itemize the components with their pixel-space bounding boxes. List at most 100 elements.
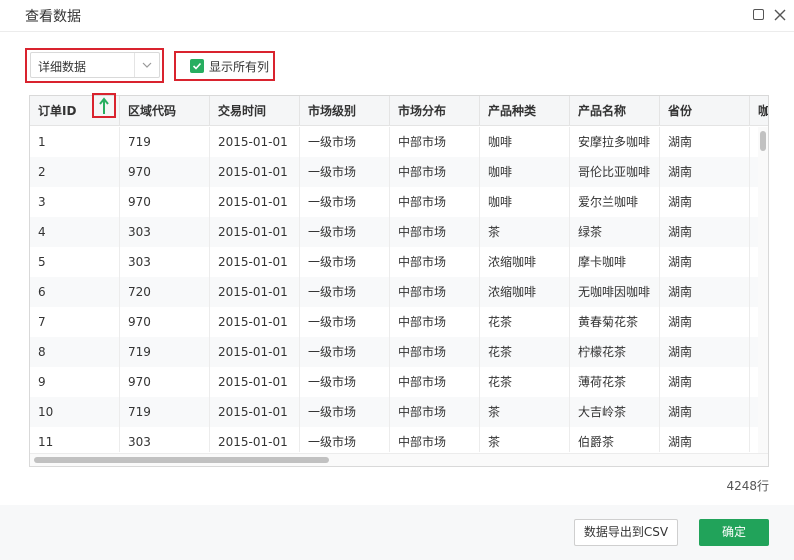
table-cell: 一级市场 bbox=[300, 427, 390, 452]
horizontal-scrollbar[interactable] bbox=[30, 453, 768, 466]
table-cell: 中部市场 bbox=[390, 307, 480, 337]
sort-ascending-arrow-icon bbox=[99, 97, 109, 114]
column-header[interactable]: 市场级别 bbox=[300, 96, 390, 126]
table-cell: 咖啡 bbox=[480, 157, 570, 187]
table-cell: 一级市场 bbox=[300, 127, 390, 157]
table-cell: 茶 bbox=[480, 217, 570, 247]
table-cell: 10 bbox=[30, 397, 120, 427]
table-cell: 中部市场 bbox=[390, 397, 480, 427]
horizontal-scroll-thumb[interactable] bbox=[34, 457, 329, 463]
show-all-columns-label[interactable]: 显示所有列 bbox=[209, 58, 269, 75]
table-cell: 2015-01-01 bbox=[210, 397, 300, 427]
table-row: 9 970 2015-01-01 一级市场 中部市场 花茶 薄荷花茶 湖南 bbox=[30, 367, 758, 397]
table-cell: 2 bbox=[30, 157, 120, 187]
table-cell: 薄荷花茶 bbox=[570, 367, 660, 397]
table-header: 订单ID 区域代码 交易时间 市场级别 市场分布 产品种类 产品名称 省份咖 bbox=[30, 96, 768, 126]
table-cell: 2015-01-01 bbox=[210, 307, 300, 337]
table-cell: 中部市场 bbox=[390, 157, 480, 187]
table-cell: 719 bbox=[120, 397, 210, 427]
table-cell: 2015-01-01 bbox=[210, 427, 300, 452]
table-cell: 浓缩咖啡 bbox=[480, 277, 570, 307]
table-cell: 中部市场 bbox=[390, 187, 480, 217]
table-cell: 2015-01-01 bbox=[210, 157, 300, 187]
table-cell: 花茶 bbox=[480, 337, 570, 367]
table-cell: 花茶 bbox=[480, 307, 570, 337]
table-cell: 2015-01-01 bbox=[210, 277, 300, 307]
table-cell: 720 bbox=[120, 277, 210, 307]
table-cell: 一级市场 bbox=[300, 337, 390, 367]
table-cell: 303 bbox=[120, 217, 210, 247]
table-cell: 湖南 bbox=[660, 187, 750, 217]
table-cell: 黄春菊花茶 bbox=[570, 307, 660, 337]
table-cell: 湖南 bbox=[660, 247, 750, 277]
table-cell: 浓缩咖啡 bbox=[480, 247, 570, 277]
table-cell: 8 bbox=[30, 337, 120, 367]
column-header[interactable]: 市场分布 bbox=[390, 96, 480, 126]
table-row: 2 970 2015-01-01 一级市场 中部市场 咖啡 哥伦比亚咖啡 湖南 bbox=[30, 157, 758, 187]
table-cell: 湖南 bbox=[660, 277, 750, 307]
table-cell: 2015-01-01 bbox=[210, 247, 300, 277]
table-cell: 一级市场 bbox=[300, 307, 390, 337]
table-cell: 花茶 bbox=[480, 367, 570, 397]
table-cell: 湖南 bbox=[660, 157, 750, 187]
vertical-scrollbar[interactable] bbox=[758, 127, 768, 453]
maximize-button[interactable] bbox=[752, 8, 766, 22]
table-cell: 茶 bbox=[480, 397, 570, 427]
table-cell: 哥伦比亚咖啡 bbox=[570, 157, 660, 187]
table-cell: 中部市场 bbox=[390, 247, 480, 277]
ok-button[interactable]: 确定 bbox=[699, 519, 769, 546]
table-cell: 湖南 bbox=[660, 397, 750, 427]
table-cell: 970 bbox=[120, 157, 210, 187]
table-cell: 7 bbox=[30, 307, 120, 337]
select-arrow[interactable] bbox=[134, 53, 159, 77]
close-icon bbox=[774, 9, 786, 21]
table-row: 7 970 2015-01-01 一级市场 中部市场 花茶 黄春菊花茶 湖南 bbox=[30, 307, 758, 337]
close-button[interactable] bbox=[773, 8, 787, 22]
column-header[interactable]: 产品种类 bbox=[480, 96, 570, 126]
table-cell: 中部市场 bbox=[390, 277, 480, 307]
export-csv-button[interactable]: 数据导出到CSV bbox=[574, 519, 678, 546]
table-cell: 无咖啡因咖啡 bbox=[570, 277, 660, 307]
column-header[interactable]: 交易时间 bbox=[210, 96, 300, 126]
table-cell: 3 bbox=[30, 187, 120, 217]
check-icon bbox=[192, 62, 202, 70]
table-cell: 绿茶 bbox=[570, 217, 660, 247]
table-cell: 伯爵茶 bbox=[570, 427, 660, 452]
table-cell: 一级市场 bbox=[300, 277, 390, 307]
data-mode-select[interactable]: 详细数据 bbox=[30, 52, 160, 78]
table-cell: 303 bbox=[120, 247, 210, 277]
table-cell: 一级市场 bbox=[300, 217, 390, 247]
table-cell: 咖啡 bbox=[480, 127, 570, 157]
table-cell: 一级市场 bbox=[300, 367, 390, 397]
table-cell: 9 bbox=[30, 367, 120, 397]
table-cell: 湖南 bbox=[660, 427, 750, 452]
column-header[interactable]: 产品名称 bbox=[570, 96, 660, 126]
table-cell: 摩卡咖啡 bbox=[570, 247, 660, 277]
table-cell: 中部市场 bbox=[390, 127, 480, 157]
table-row: 11 303 2015-01-01 一级市场 中部市场茶伯爵茶 湖南 bbox=[30, 427, 758, 452]
show-all-columns-checkbox[interactable] bbox=[190, 59, 204, 73]
column-header[interactable]: 区域代码 bbox=[120, 96, 210, 126]
column-header[interactable]: 咖 bbox=[750, 96, 768, 126]
table-cell: 4 bbox=[30, 217, 120, 247]
table-cell: 970 bbox=[120, 367, 210, 397]
table-cell: 湖南 bbox=[660, 307, 750, 337]
table-cell: 爱尔兰咖啡 bbox=[570, 187, 660, 217]
table-cell: 湖南 bbox=[660, 367, 750, 397]
table-cell: 2015-01-01 bbox=[210, 187, 300, 217]
table-cell: 719 bbox=[120, 337, 210, 367]
vertical-scroll-thumb[interactable] bbox=[760, 131, 766, 151]
chevron-down-icon bbox=[142, 62, 152, 68]
table-row: 3 970 2015-01-01 一级市场 中部市场 咖啡 爱尔兰咖啡 湖南 bbox=[30, 187, 758, 217]
table-cell: 一级市场 bbox=[300, 397, 390, 427]
table-cell: 11 bbox=[30, 427, 120, 452]
sort-button[interactable] bbox=[92, 93, 116, 118]
table-row: 5 303 2015-01-01 一级市场 中部市场 浓缩咖啡 摩卡咖啡 湖南 bbox=[30, 247, 758, 277]
table-row: 4 303 2015-01-01 一级市场 中部市场茶绿茶 湖南 bbox=[30, 217, 758, 247]
table-cell: 中部市场 bbox=[390, 427, 480, 452]
table-cell: 一级市场 bbox=[300, 157, 390, 187]
table-cell: 湖南 bbox=[660, 127, 750, 157]
column-header[interactable]: 省份 bbox=[660, 96, 750, 126]
dialog-title-bar: 查看数据 bbox=[0, 0, 794, 32]
table-cell: 6 bbox=[30, 277, 120, 307]
